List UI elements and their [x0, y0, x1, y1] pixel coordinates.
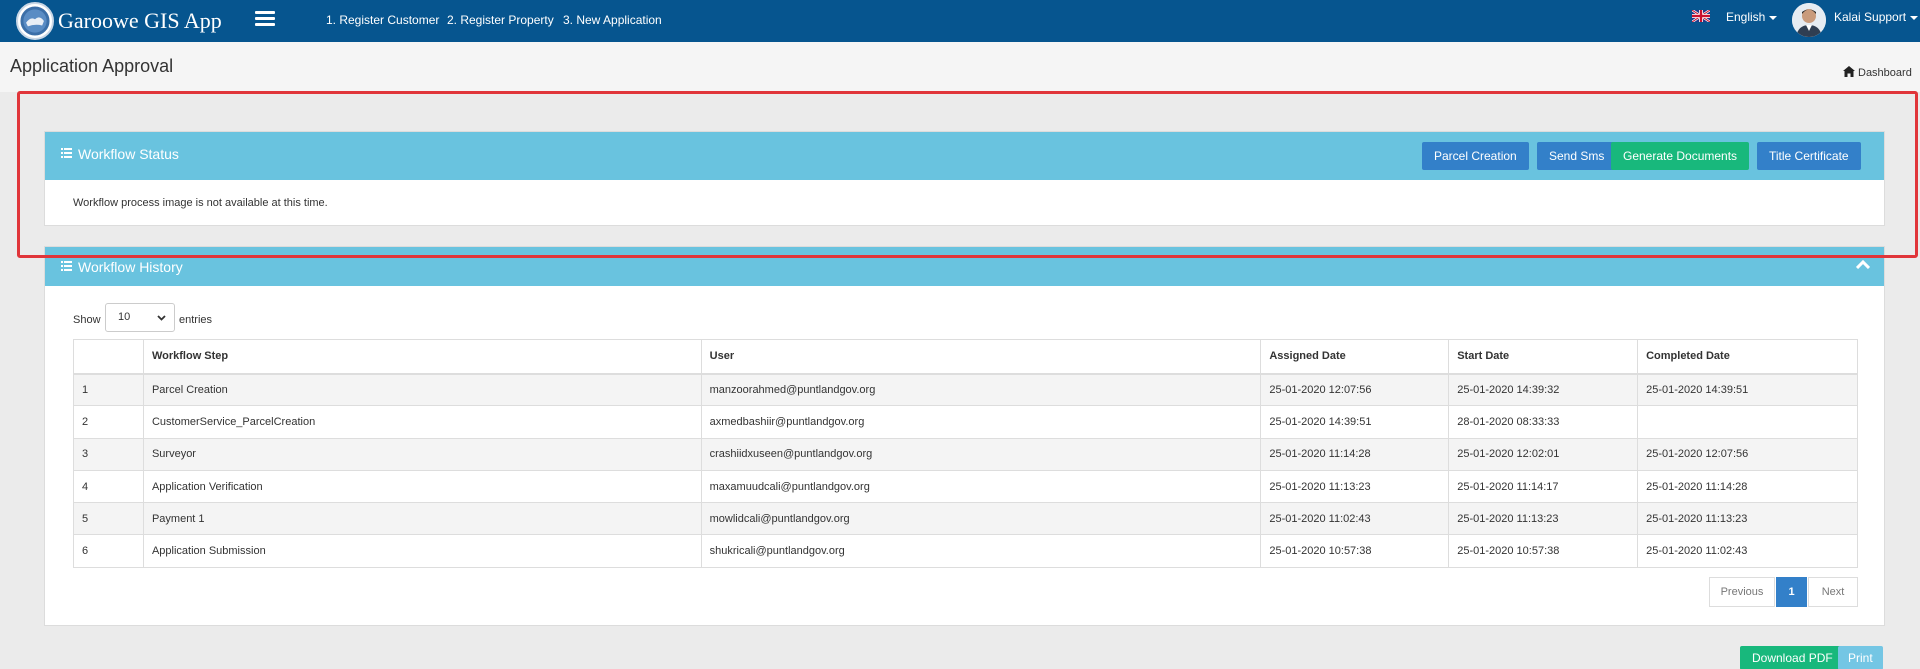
table-row: 6 Application Submission shukricali@punt… [73, 534, 1858, 568]
table-cell: 25-01-2020 11:13:23 [1637, 502, 1858, 536]
table-cell: 25-01-2020 11:14:28 [1260, 437, 1450, 471]
chevron-down-icon [157, 315, 166, 321]
top-navbar: Garoowe GIS App 1. Register Customer 2. … [0, 0, 1920, 42]
page-title: Application Approval [10, 56, 174, 76]
page-header [0, 42, 1920, 92]
title-certificate-button[interactable]: Title Certificate [1757, 142, 1861, 170]
table-cell: 25-01-2020 11:13:23 [1260, 469, 1450, 504]
table-cell: 4 [73, 469, 144, 504]
app-logo[interactable] [16, 2, 54, 40]
table-row: 5 Payment 1 mowlidcali@puntlandgov.org 2… [73, 502, 1858, 536]
table-row: 1 Parcel Creation manzoorahmed@puntlandg… [73, 372, 1858, 407]
table-cell: Parcel Creation [142, 372, 702, 407]
table-cell: 25-01-2020 10:57:38 [1260, 534, 1450, 568]
chevron-down-icon [1910, 15, 1919, 20]
home-icon [1843, 66, 1855, 77]
user-name-label: Kalai Support [1834, 10, 1907, 24]
table-cell: 5 [73, 502, 144, 536]
table-cell: 2 [73, 405, 144, 439]
entries-value: 10 [118, 311, 131, 323]
table-cell: 28-01-2020 08:33:33 [1448, 405, 1639, 439]
column-header-user[interactable]: User [700, 339, 1262, 375]
list-icon [61, 148, 72, 158]
table-cell: 25-01-2020 11:02:43 [1260, 502, 1450, 536]
table-cell: 25-01-2020 11:02:43 [1637, 534, 1858, 568]
column-header-completed-date[interactable]: Completed Date [1637, 339, 1858, 375]
workflow-history-label: Workflow History [78, 259, 183, 275]
table-row: 4 Application Verification maxamuudcali@… [73, 469, 1858, 504]
table-cell: CustomerService_ParcelCreation [142, 405, 702, 439]
table-cell: maxamuudcali@puntlandgov.org [700, 469, 1262, 504]
send-sms-button[interactable]: Send Sms [1537, 142, 1617, 170]
column-header-workflow-step[interactable]: Workflow Step [142, 339, 702, 375]
nav-link-new-application[interactable]: 3. New Application [563, 13, 662, 27]
workflow-status-panel: Workflow Status Parcel Creation Send Sms… [44, 131, 1885, 226]
language-label: English [1726, 10, 1766, 24]
uk-flag-icon[interactable] [1692, 10, 1710, 22]
workflow-history-panel: Workflow History Show 10 entries Workflo… [44, 246, 1885, 626]
chevron-up-icon[interactable] [1856, 259, 1870, 269]
workflow-history-title: Workflow History [61, 259, 183, 275]
workflow-status-label: Workflow Status [78, 146, 179, 162]
breadcrumb-dashboard[interactable]: Dashboard [1858, 67, 1912, 79]
app-title[interactable]: Garoowe GIS App [58, 8, 222, 34]
pagination-next[interactable]: Next [1808, 577, 1858, 607]
user-menu[interactable]: Kalai Support [1834, 10, 1919, 24]
column-header-index[interactable] [73, 339, 144, 375]
workflow-history-table: Workflow Step User Assigned Date Start D… [73, 339, 1858, 568]
table-cell: shukricali@puntlandgov.org [700, 534, 1262, 568]
table-cell: 25-01-2020 14:39:51 [1637, 372, 1858, 407]
table-cell: axmedbashiir@puntlandgov.org [700, 405, 1262, 439]
language-dropdown[interactable]: English [1726, 10, 1778, 24]
nav-link-register-property[interactable]: 2. Register Property [447, 13, 554, 27]
workflow-status-title: Workflow Status [61, 146, 179, 162]
column-header-assigned-date[interactable]: Assigned Date [1260, 339, 1450, 375]
table-cell: Application Submission [142, 534, 702, 568]
chevron-down-icon [1769, 15, 1778, 20]
table-header-row: Workflow Step User Assigned Date Start D… [73, 339, 1858, 375]
table-row: 2 CustomerService_ParcelCreation axmedba… [73, 405, 1858, 439]
workflow-history-heading[interactable]: Workflow History [45, 247, 1884, 286]
pagination-previous[interactable]: Previous [1709, 577, 1775, 607]
table-cell: 1 [73, 372, 144, 407]
table-cell: 25-01-2020 12:07:56 [1260, 372, 1450, 407]
table-cell: Application Verification [142, 469, 702, 504]
table-cell [1637, 405, 1858, 439]
table-cell: Payment 1 [142, 502, 702, 536]
table-cell: 25-01-2020 14:39:32 [1448, 372, 1639, 407]
download-pdf-button[interactable]: Download PDF [1740, 646, 1845, 669]
entries-label: entries [179, 314, 213, 326]
table-cell: 25-01-2020 10:57:38 [1448, 534, 1639, 568]
avatar[interactable] [1792, 3, 1826, 37]
table-cell: crashiidxuseen@puntlandgov.org [700, 437, 1262, 471]
generate-documents-button[interactable]: Generate Documents [1611, 142, 1750, 170]
menu-toggle-icon[interactable] [255, 11, 275, 27]
table-cell: Surveyor [142, 437, 702, 471]
table-cell: 25-01-2020 11:14:28 [1637, 469, 1858, 504]
pagination-page-1[interactable]: 1 [1776, 577, 1807, 607]
table-cell: mowlidcali@puntlandgov.org [700, 502, 1262, 536]
print-button[interactable]: Print [1838, 646, 1883, 669]
workflow-status-message: Workflow process image is not available … [73, 197, 328, 209]
entries-select[interactable]: 10 [105, 303, 175, 332]
table-cell: 6 [73, 534, 144, 568]
nav-link-register-customer[interactable]: 1. Register Customer [326, 13, 439, 27]
list-icon [61, 261, 72, 271]
table-cell: 25-01-2020 14:39:51 [1260, 405, 1450, 439]
parcel-creation-button[interactable]: Parcel Creation [1422, 142, 1529, 170]
table-cell: 3 [73, 437, 144, 471]
table-cell: 25-01-2020 11:14:17 [1448, 469, 1639, 504]
show-label: Show [73, 314, 101, 326]
table-cell: manzoorahmed@puntlandgov.org [700, 372, 1262, 407]
table-cell: 25-01-2020 12:02:01 [1448, 437, 1639, 471]
workflow-status-heading: Workflow Status Parcel Creation Send Sms… [45, 132, 1884, 180]
table-cell: 25-01-2020 12:07:56 [1637, 437, 1858, 471]
breadcrumb[interactable]: Dashboard [1843, 66, 1912, 79]
table-row: 3 Surveyor crashiidxuseen@puntlandgov.or… [73, 437, 1858, 471]
column-header-start-date[interactable]: Start Date [1448, 339, 1639, 375]
table-cell: 25-01-2020 11:13:23 [1448, 502, 1639, 536]
